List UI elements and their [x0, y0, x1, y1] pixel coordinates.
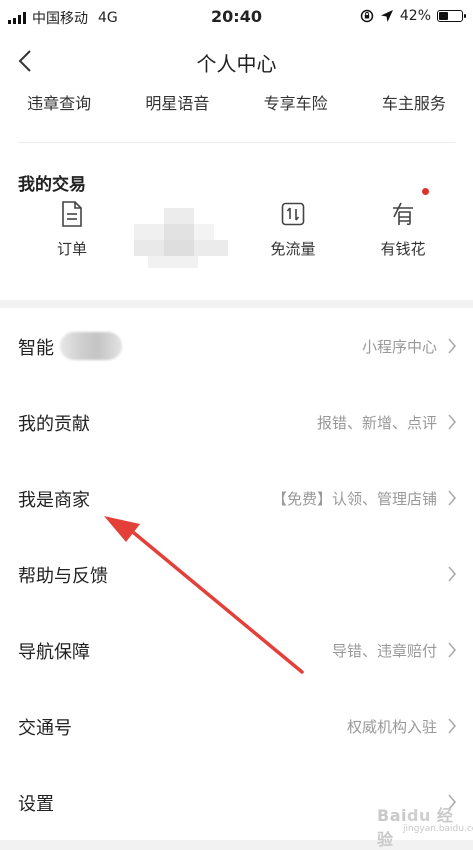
- service-row: 违章查询 明星语音 专享车险 车主服务: [0, 88, 473, 114]
- location-icon: [380, 10, 393, 22]
- chevron-right-icon: [448, 718, 456, 734]
- pixelated-area: [134, 208, 228, 268]
- menu-subtext: 小程序中心: [361, 338, 437, 356]
- menu-row-contribution[interactable]: 我的贡献 报错、新增、点评: [0, 384, 473, 460]
- menu-label: 设置: [18, 794, 54, 815]
- page-title: 个人中心: [196, 52, 277, 76]
- trade-item-free-data[interactable]: 免流量: [253, 198, 333, 259]
- menu-label: 智能: [18, 338, 54, 359]
- menu-label: 我的贡献: [18, 414, 90, 435]
- menu-label: 我是商家: [18, 490, 90, 511]
- status-bar: 中国移动 4G 20:40 42%: [0, 0, 473, 34]
- menu-row-help-feedback[interactable]: 帮助与反馈: [0, 536, 473, 612]
- trade-item-orders[interactable]: 订单: [32, 198, 112, 259]
- watermark-logo: Baidu 经验 jingyan.baidu.com: [377, 806, 473, 849]
- chevron-right-icon: [448, 566, 456, 582]
- battery-level: [439, 12, 448, 20]
- menu-row-traffic-account[interactable]: 交通号 权威机构入驻: [0, 688, 473, 764]
- menu-subtext: 权威机构入驻: [346, 718, 437, 736]
- menu-row-merchant[interactable]: 我是商家 【免费】认领、管理店铺: [0, 460, 473, 536]
- notification-dot: [422, 188, 429, 195]
- data-transfer-icon: [281, 202, 305, 226]
- trade-label-youqianhua: 有钱花: [380, 240, 426, 258]
- trade-label-free-data: 免流量: [270, 240, 316, 258]
- trade-row: 订单 免流量 有钱花: [0, 188, 473, 278]
- battery-icon: [437, 10, 466, 22]
- chevron-right-icon: [448, 642, 456, 658]
- service-star-voice[interactable]: 明星语音: [145, 88, 209, 114]
- services-card: 违章查询 明星语音 专享车险 车主服务 我的交易 订单 免流量 有钱花: [0, 88, 473, 300]
- menu-label: 交通号: [18, 718, 72, 739]
- trade-label-orders: 订单: [56, 240, 87, 258]
- service-car-insurance[interactable]: 专享车险: [264, 88, 328, 114]
- menu-label: 帮助与反馈: [18, 566, 108, 587]
- nav-bar: 个人中心: [0, 34, 473, 88]
- trade-section-title: 我的交易: [18, 175, 86, 195]
- menu-row-navigation-guarantee[interactable]: 导航保障 导错、违章赔付: [0, 612, 473, 688]
- service-violation-query[interactable]: 违章查询: [27, 88, 91, 114]
- divider: [18, 142, 455, 143]
- document-icon: [62, 201, 82, 227]
- chevron-right-icon: [448, 414, 456, 430]
- menu-card: 智能 小程序中心 我的贡献 报错、新增、点评 我是商家 【免费】认领、管理店铺 …: [0, 308, 473, 840]
- battery-percent: 42%: [399, 8, 431, 24]
- service-owner-services[interactable]: 车主服务: [382, 88, 446, 114]
- chevron-right-icon: [448, 490, 456, 506]
- menu-label: 导航保障: [18, 642, 90, 663]
- menu-subtext: 【免费】认领、管理店铺: [271, 490, 437, 508]
- money-icon: [393, 202, 413, 226]
- menu-subtext: 导错、违章赔付: [331, 642, 437, 660]
- status-right: 42%: [360, 8, 466, 24]
- trade-item-youqianhua[interactable]: 有钱花: [363, 188, 443, 259]
- blurred-text: [60, 332, 122, 360]
- chevron-right-icon: [448, 338, 456, 354]
- menu-row-smart[interactable]: 智能 小程序中心: [0, 308, 473, 384]
- rotation-lock-icon: [360, 9, 374, 23]
- menu-subtext: 报错、新增、点评: [316, 414, 437, 432]
